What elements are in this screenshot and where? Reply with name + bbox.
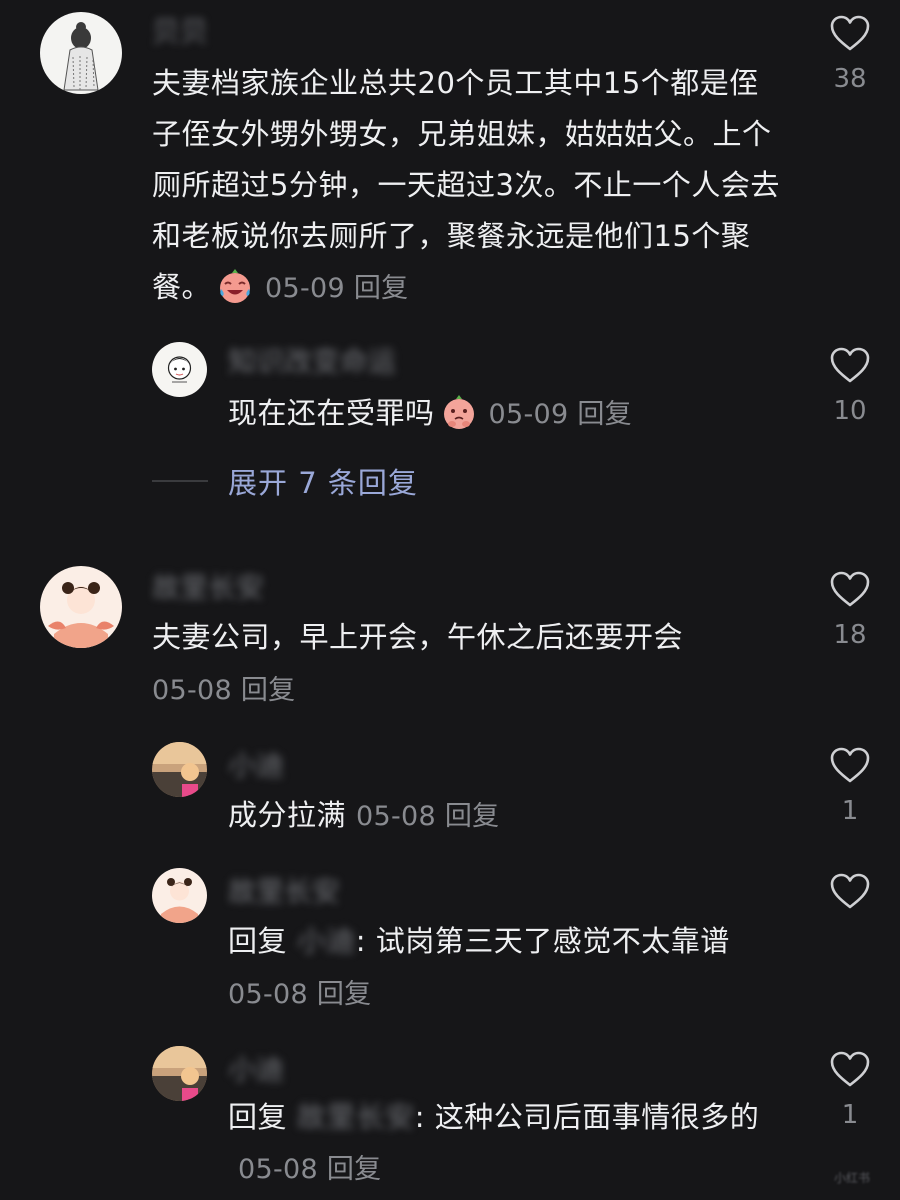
reply-button[interactable]: 回复 <box>445 801 500 832</box>
like-count: 38 <box>833 64 867 94</box>
like-count: 18 <box>833 620 867 650</box>
reply-to-username[interactable]: 小迪 <box>297 924 356 958</box>
reply-button[interactable]: 回复 <box>317 979 372 1010</box>
comment-meta: 05-08 回复 <box>238 1154 381 1185</box>
comment-meta: 05-09 回复 <box>265 273 408 304</box>
heart-outline-icon <box>830 1051 870 1087</box>
comment-body: 夫妻公司，早上开会，午休之后还要开会 <box>152 620 684 654</box>
comment-date: 05-09 <box>265 273 345 304</box>
reply-button[interactable]: 回复 <box>241 675 296 706</box>
heart-outline-icon <box>830 571 870 607</box>
comment-date: 05-09 <box>488 399 569 430</box>
reply-text: 回复 故里长安: 这种公司后面事情很多的 05-08 回复 <box>228 1092 788 1195</box>
reply-text: 现在还在受罪吗 05-09 回复 <box>228 388 788 440</box>
comment-body: : 试岗第三天了感觉不太靠谱 <box>355 924 730 958</box>
pleading-peach-emoji <box>439 391 479 431</box>
avatar[interactable] <box>152 342 207 397</box>
reply-button[interactable]: 回复 <box>327 1154 382 1185</box>
comment-meta: 05-08 回复 <box>228 969 788 1020</box>
comment-date: 05-08 <box>356 801 436 832</box>
reply-prefix: 回复 <box>228 924 288 958</box>
reply-button[interactable]: 回复 <box>577 399 632 430</box>
heart-outline-icon <box>830 347 870 383</box>
like-button[interactable]: 18 <box>828 570 872 650</box>
like-button[interactable]: 1 <box>828 746 872 826</box>
divider <box>152 480 208 482</box>
expand-replies-label: 展开 7 条回复 <box>228 466 418 500</box>
reply-line: 回复 小迪: 试岗第三天了感觉不太靠谱 <box>228 916 788 967</box>
like-button[interactable]: 1 <box>828 1050 872 1130</box>
like-count: 10 <box>833 396 867 426</box>
crying-laughing-peach-emoji <box>215 265 255 305</box>
heart-outline-icon <box>830 873 870 909</box>
comment-section: 贝贝 夫妻档家族企业总共20个员工其中15个都是侄子侄女外甥外甥女，兄弟姐妹，姑… <box>0 0 900 1200</box>
comment-meta: 05-08 回复 <box>356 801 499 832</box>
reply-to-username[interactable]: 故里长安 <box>297 1100 415 1134</box>
reply-text: 成分拉满 05-08 回复 <box>228 790 788 842</box>
like-button[interactable]: 10 <box>828 346 872 426</box>
username[interactable]: 故里长安 <box>152 574 264 602</box>
username[interactable]: 贝贝 <box>152 18 208 46</box>
username[interactable]: 小迪 <box>228 1056 284 1084</box>
username[interactable]: 小迪 <box>228 752 284 780</box>
reply-prefix: 回复 <box>228 1100 288 1134</box>
avatar[interactable] <box>152 868 207 923</box>
heart-outline-icon <box>830 747 870 783</box>
comment-date: 05-08 <box>238 1154 318 1185</box>
avatar[interactable] <box>40 566 122 648</box>
reply-button[interactable]: 回复 <box>354 273 409 304</box>
avatar[interactable] <box>152 1046 207 1101</box>
comment-date: 05-08 <box>228 979 308 1010</box>
username[interactable]: 知识改变命运 <box>228 348 396 376</box>
reply-text: 回复 小迪: 试岗第三天了感觉不太靠谱 05-08 回复 <box>228 916 788 1020</box>
comment-meta: 05-08 回复 <box>152 665 782 716</box>
expand-replies-button[interactable]: 展开 7 条回复 <box>152 460 418 502</box>
comment-date: 05-08 <box>152 675 232 706</box>
like-button[interactable]: 38 <box>828 14 872 94</box>
like-button[interactable] <box>828 872 872 922</box>
avatar[interactable] <box>40 12 122 94</box>
comment-meta: 05-09 回复 <box>489 399 632 430</box>
avatar[interactable] <box>152 742 207 797</box>
comment-body: 成分拉满 <box>228 798 347 832</box>
like-count: 1 <box>841 796 859 826</box>
comment-body: 现在还在受罪吗 <box>228 396 435 430</box>
like-count: 1 <box>841 1100 859 1130</box>
heart-outline-icon <box>830 15 870 51</box>
watermark: 小红书 <box>833 1171 870 1185</box>
username[interactable]: 故里长安 <box>228 878 340 906</box>
comment-text: 夫妻公司，早上开会，午休之后还要开会 05-08 回复 <box>152 612 782 716</box>
comment-text: 夫妻档家族企业总共20个员工其中15个都是侄子侄女外甥外甥女，兄弟姐妹，姑姑姑父… <box>152 58 782 314</box>
comment-body: : 这种公司后面事情很多的 <box>414 1100 760 1134</box>
